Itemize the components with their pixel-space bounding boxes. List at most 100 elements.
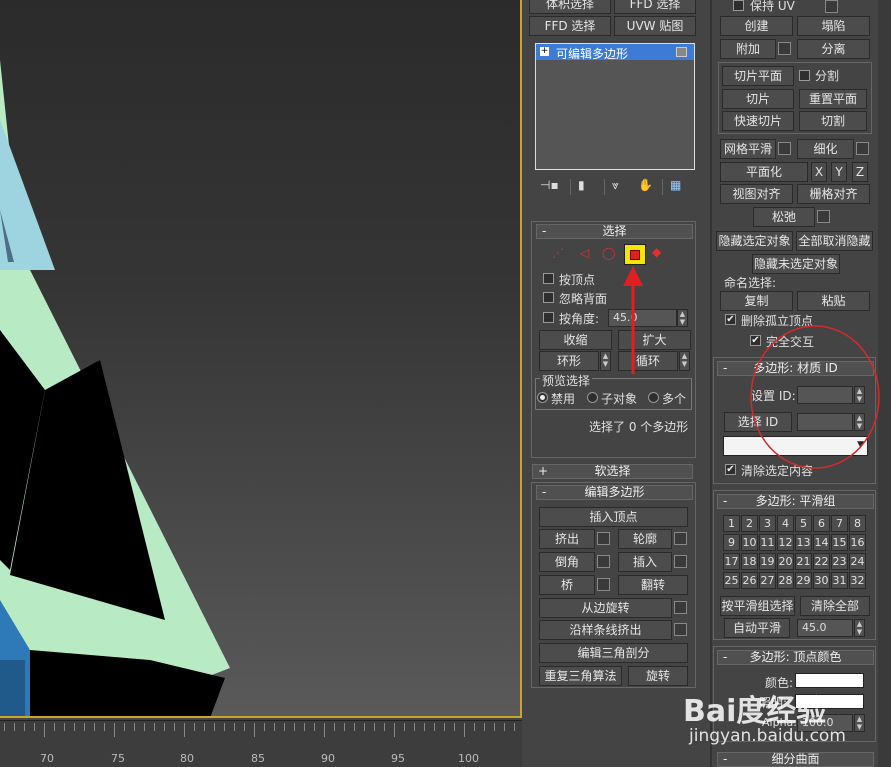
border-icon[interactable]: ◯: [602, 246, 615, 260]
smoothing-group-button[interactable]: 7: [831, 515, 848, 532]
quickslice-button[interactable]: 快速切片: [722, 111, 794, 131]
show-end-result-icon[interactable]: ▮: [578, 178, 585, 192]
smoothing-group-button[interactable]: 15: [831, 534, 848, 551]
vol-select-button[interactable]: 体积选择: [529, 0, 611, 14]
hide-unselected-button[interactable]: 隐藏未选定对象: [752, 254, 840, 274]
preview-multi-radio[interactable]: [648, 392, 659, 403]
outline-settings-icon[interactable]: [674, 532, 687, 545]
view-align-button[interactable]: 视图对齐: [720, 184, 793, 204]
tessellate-button[interactable]: 细化: [797, 139, 854, 159]
paste-button[interactable]: 粘贴: [797, 291, 870, 311]
expand-icon[interactable]: +: [540, 47, 549, 56]
smoothing-group-button[interactable]: 31: [831, 572, 848, 589]
smoothing-group-button[interactable]: 13: [795, 534, 812, 551]
preserve-uv-checkbox[interactable]: [733, 0, 744, 11]
delete-isolated-checkbox[interactable]: ✔: [725, 314, 736, 325]
threshold-spinner-arrows[interactable]: ▲ ▼: [854, 619, 865, 637]
smoothing-group-button[interactable]: 12: [777, 534, 794, 551]
smoothing-group-button[interactable]: 22: [813, 553, 830, 570]
edit-polygons-header[interactable]: - 编辑多边形: [536, 485, 693, 500]
vertex-colors-header[interactable]: - 多边形: 顶点颜色: [717, 650, 874, 665]
create-button[interactable]: 创建: [720, 16, 793, 36]
smoothing-group-button[interactable]: 18: [741, 553, 758, 570]
split-checkbox[interactable]: [799, 70, 810, 81]
smoothing-group-button[interactable]: 1: [723, 515, 740, 532]
bridge-settings-icon[interactable]: [597, 578, 610, 591]
smoothing-group-button[interactable]: 16: [849, 534, 866, 551]
smoothing-group-button[interactable]: 30: [813, 572, 830, 589]
smoothing-group-button[interactable]: 6: [813, 515, 830, 532]
ffd-select-button[interactable]: FFD 选择: [529, 16, 611, 36]
attach-settings-icon[interactable]: [778, 42, 791, 55]
relax-button[interactable]: 松弛: [753, 207, 815, 227]
grid-align-button[interactable]: 栅格对齐: [797, 184, 870, 204]
uvw-map-button[interactable]: UVW 贴图: [614, 16, 696, 36]
attach-button[interactable]: 附加: [720, 39, 776, 59]
smoothing-group-button[interactable]: 20: [777, 553, 794, 570]
smoothing-group-button[interactable]: 29: [795, 572, 812, 589]
planar-y-button[interactable]: Y: [831, 162, 847, 182]
ignore-backface-checkbox[interactable]: [543, 292, 554, 303]
auto-smooth-button[interactable]: 自动平滑: [724, 618, 790, 638]
cut-button[interactable]: 切割: [799, 111, 867, 131]
unhide-all-button[interactable]: 全部取消隐藏: [796, 231, 873, 251]
viewport[interactable]: [0, 0, 522, 718]
smoothing-group-button[interactable]: 4: [777, 515, 794, 532]
smoothing-group-button[interactable]: 17: [723, 553, 740, 570]
by-vertex-checkbox[interactable]: [543, 273, 554, 284]
smoothing-groups-header[interactable]: - 多边形: 平滑组: [717, 494, 874, 509]
smoothing-group-button[interactable]: 11: [759, 534, 776, 551]
configure-sets-icon[interactable]: ▦: [670, 178, 681, 192]
inset-settings-icon[interactable]: [674, 555, 687, 568]
smoothing-group-button[interactable]: 27: [759, 572, 776, 589]
make-unique-icon[interactable]: ⩔: [612, 178, 619, 193]
tessellate-settings-icon[interactable]: [856, 142, 869, 155]
bridge-button[interactable]: 桥: [539, 575, 595, 595]
toggle-icon[interactable]: [676, 47, 687, 57]
smoothing-group-button[interactable]: 5: [795, 515, 812, 532]
slice-button[interactable]: 切片: [722, 89, 794, 109]
make-planar-button[interactable]: 平面化: [720, 162, 808, 182]
planar-z-button[interactable]: Z: [852, 162, 868, 182]
smoothing-group-button[interactable]: 26: [741, 572, 758, 589]
smoothing-group-button[interactable]: 3: [759, 515, 776, 532]
smoothing-group-button[interactable]: 25: [723, 572, 740, 589]
inset-button[interactable]: 插入: [618, 552, 672, 572]
hinge-settings-icon[interactable]: [674, 601, 687, 614]
smoothing-group-button[interactable]: 28: [777, 572, 794, 589]
ring-spinner[interactable]: ▲ ▼: [600, 351, 611, 371]
outline-button[interactable]: 轮廓: [618, 529, 672, 549]
smoothing-group-button[interactable]: 32: [849, 572, 866, 589]
clear-all-button[interactable]: 清除全部: [800, 596, 870, 616]
ring-button[interactable]: 环形: [539, 351, 599, 371]
meshsmooth-button[interactable]: 网格平滑: [720, 139, 776, 159]
preview-off-radio[interactable]: [537, 392, 548, 403]
clear-selection-checkbox[interactable]: ✔: [725, 464, 736, 475]
smoothing-group-button[interactable]: 8: [849, 515, 866, 532]
ffd-select-top-button[interactable]: FFD 选择: [614, 0, 696, 14]
retriangulate-button[interactable]: 重复三角算法: [539, 666, 622, 686]
detach-button[interactable]: 分离: [797, 39, 870, 59]
edge-icon[interactable]: ◁: [580, 246, 589, 260]
smoothing-group-button[interactable]: 19: [759, 553, 776, 570]
timeline-ruler[interactable]: 70 75 80 85 90 95 100: [0, 720, 525, 767]
extrude-settings-icon[interactable]: [597, 532, 610, 545]
pin-stack-icon[interactable]: ⊣▪: [540, 178, 559, 192]
stack-item-editable-poly[interactable]: + 可编辑多边形: [536, 44, 694, 61]
insert-vertex-button[interactable]: 插入顶点: [539, 507, 688, 527]
extrude-spline-settings-icon[interactable]: [674, 623, 687, 636]
smoothing-group-button[interactable]: 14: [813, 534, 830, 551]
loop-spinner[interactable]: ▲ ▼: [679, 351, 690, 371]
hinge-from-edge-button[interactable]: 从边旋转: [539, 598, 672, 618]
collapse-button[interactable]: 塌陷: [797, 16, 870, 36]
auto-smooth-threshold[interactable]: 45.0: [797, 619, 853, 637]
hide-selected-button[interactable]: 隐藏选定对象: [716, 231, 793, 251]
turn-button[interactable]: 旋转: [628, 666, 688, 686]
element-icon[interactable]: ◆: [652, 245, 661, 259]
selection-rollout-header[interactable]: - 选择: [536, 224, 693, 239]
smoothing-group-button[interactable]: 21: [795, 553, 812, 570]
soft-selection-header[interactable]: + 软选择: [532, 464, 693, 479]
polygon-icon[interactable]: [624, 244, 646, 265]
smoothing-group-button[interactable]: 9: [723, 534, 740, 551]
smoothing-group-button[interactable]: 2: [741, 515, 758, 532]
